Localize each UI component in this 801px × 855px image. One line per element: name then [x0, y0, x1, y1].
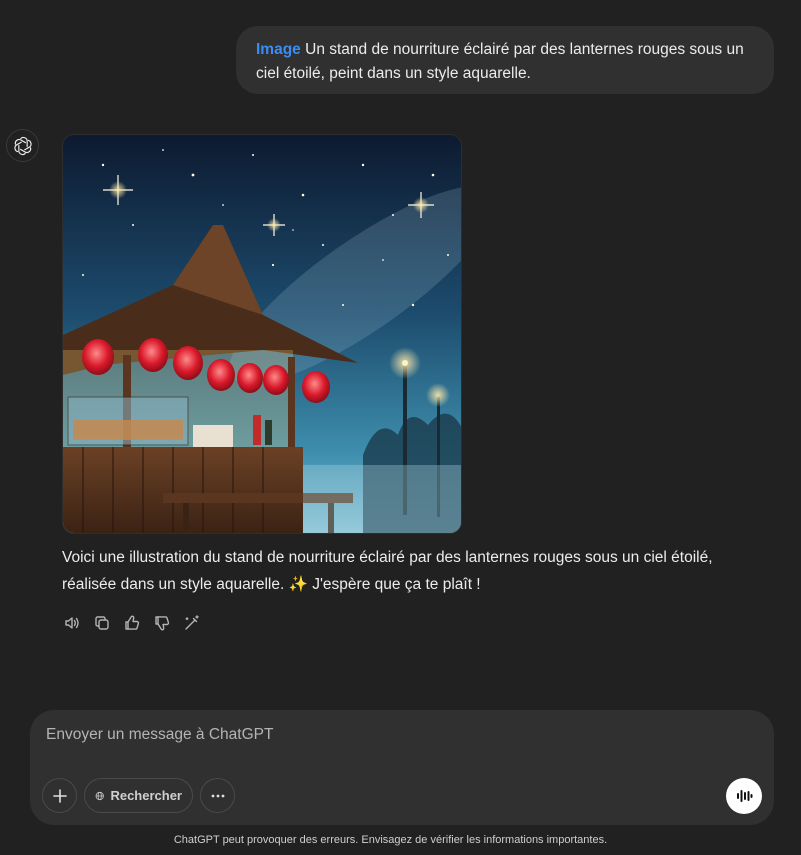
voice-mode-button[interactable]: [726, 778, 762, 814]
openai-logo-icon: [6, 129, 39, 162]
user-message-bubble: Image Un stand de nourriture éclairé par…: [236, 26, 774, 94]
copy-icon[interactable]: [92, 613, 112, 633]
waveform-icon: [737, 790, 753, 802]
more-tools-button[interactable]: [200, 778, 235, 813]
generated-image[interactable]: [62, 134, 462, 534]
read-aloud-icon[interactable]: [62, 613, 82, 633]
message-actions: [62, 613, 202, 635]
plus-icon: [52, 788, 67, 803]
search-button-label: Rechercher: [110, 788, 182, 803]
image-tag: Image: [256, 41, 301, 58]
globe-icon: [95, 791, 104, 800]
ellipsis-icon: [211, 794, 224, 797]
chat-page: Image Un stand de nourriture éclairé par…: [0, 0, 801, 855]
reply-line: réalisée dans un style aquarelle. ✨ J'es…: [62, 576, 481, 593]
composer: Rechercher: [30, 710, 774, 825]
message-input[interactable]: [46, 722, 726, 748]
assistant-reply: Voici une illustration du stand de nourr…: [62, 544, 762, 598]
edit-wand-icon[interactable]: [182, 613, 202, 633]
thumbs-down-icon[interactable]: [152, 613, 172, 633]
attach-button[interactable]: [42, 778, 77, 813]
reply-line: Voici une illustration du stand de nourr…: [62, 549, 713, 566]
disclaimer: ChatGPT peut provoquer des erreurs. Envi…: [173, 834, 608, 846]
thumbs-up-icon[interactable]: [122, 613, 142, 633]
search-button[interactable]: Rechercher: [84, 778, 193, 813]
user-message-text: Un stand de nourriture éclairé par des l…: [256, 41, 744, 82]
